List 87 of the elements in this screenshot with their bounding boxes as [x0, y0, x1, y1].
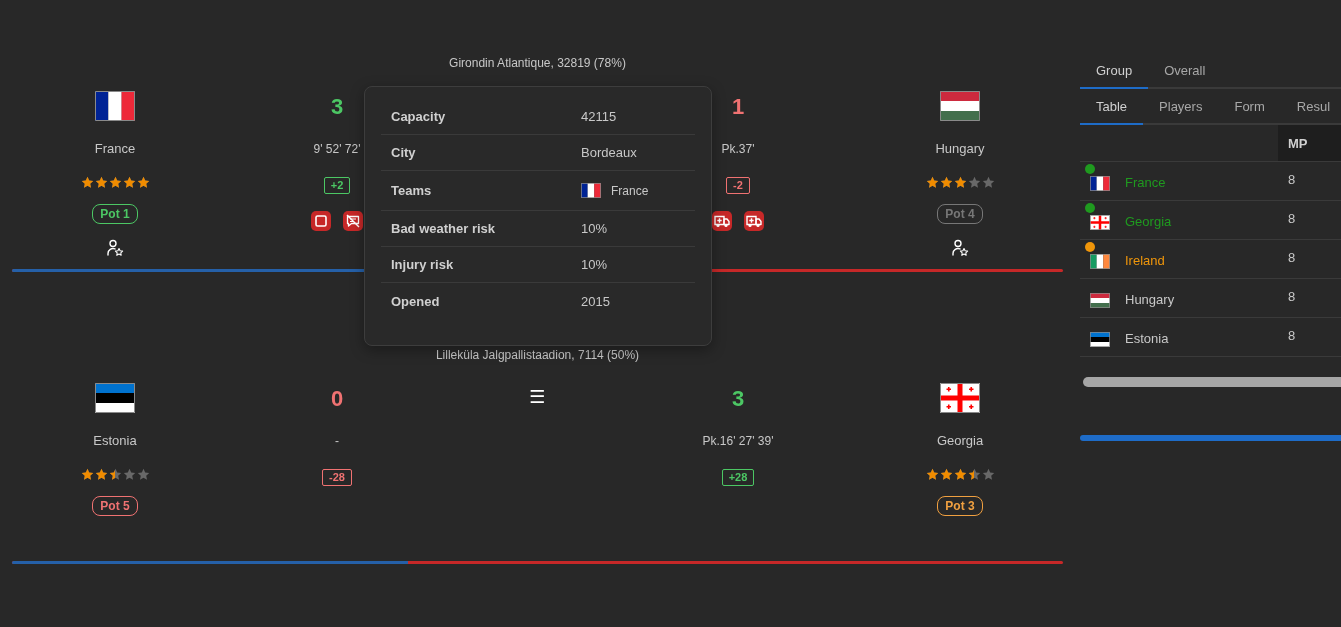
star-icon [122, 468, 136, 481]
star-icon [108, 176, 122, 189]
goal-times: 9' 52' 72' [313, 141, 361, 157]
table-cell-text: 8 [1287, 288, 1296, 304]
info-value: Bordeaux [581, 145, 637, 160]
flag-icon [1090, 292, 1110, 308]
flag-icon [95, 383, 135, 413]
flag-icon [1090, 331, 1110, 347]
flag-icon [581, 183, 601, 198]
info-label: Injury risk [391, 257, 454, 272]
table-cell-text: 8 [1287, 210, 1296, 226]
table-cell-text: 8 [1287, 327, 1296, 343]
flag-icon [940, 383, 980, 413]
pot-label: Pot 4 [937, 204, 983, 224]
star-icon [939, 176, 953, 189]
venue-label: Girondin Atlantique, 32819 (78%) [449, 55, 626, 71]
column-header[interactable]: MP [1278, 125, 1341, 161]
star-icon [939, 468, 953, 481]
team-name: Georgia [1125, 213, 1172, 229]
team-name: Georgia [936, 433, 984, 449]
menu-button[interactable]: ☰ [528, 387, 546, 407]
info-label: Bad weather risk [391, 221, 496, 236]
star-icon [967, 176, 981, 189]
goal-difference-label: -28 [322, 469, 352, 486]
chat-off-icon [343, 211, 363, 231]
goal-times: Pk.37' [721, 141, 755, 157]
star-icon [122, 176, 136, 189]
info-label: City [391, 145, 416, 160]
goal-difference-label: +28 [721, 469, 755, 486]
team-name: France [1125, 174, 1166, 190]
star-icon [981, 468, 995, 481]
info-label: Capacity [391, 109, 446, 124]
goal-difference-label: -2 [726, 177, 750, 194]
star-icon [967, 468, 981, 481]
team-name: Estonia [1125, 330, 1169, 346]
info-value: 10% [581, 221, 608, 236]
ambulance-icon [712, 211, 732, 231]
flag-icon [95, 91, 135, 121]
team-name: Ireland [1125, 252, 1165, 268]
info-label: Teams [391, 183, 432, 198]
goal-times: Pk.16' 27' 39' [702, 433, 774, 449]
star-icon [953, 468, 967, 481]
star-icon [108, 468, 122, 481]
star-icon [94, 176, 108, 189]
tab[interactable]: Table [1080, 89, 1144, 125]
flag-icon [940, 91, 980, 121]
team-name: Estonia [93, 433, 137, 449]
info-label: Opened [391, 293, 440, 309]
tab[interactable]: Overall [1148, 57, 1208, 89]
star-icon [981, 176, 995, 189]
star-icon [80, 176, 94, 189]
info-value: 10% [581, 257, 608, 272]
tab[interactable]: Resul [1280, 89, 1333, 125]
team-name: Hungary [935, 141, 985, 157]
info-value: 2015 [581, 293, 610, 309]
flag-icon [1090, 253, 1110, 269]
team-name: France [611, 183, 649, 198]
score: 1 [731, 94, 745, 120]
goal-times: - [335, 433, 339, 449]
venue-label: Lilleküla Jalgpallistaadion, 7114 (50%) [435, 347, 640, 363]
scrollbar[interactable] [1083, 377, 1341, 387]
team-name: France [94, 141, 136, 157]
star-icon [953, 176, 967, 189]
score: 3 [330, 94, 344, 120]
star-icon [925, 468, 939, 481]
tab[interactable]: Group [1080, 57, 1149, 89]
table-cell-text: 8 [1287, 171, 1296, 187]
card-icon [311, 211, 331, 231]
ambulance-icon [744, 211, 764, 231]
flag-icon [1090, 175, 1110, 191]
table-cell-text: 8 [1287, 249, 1296, 265]
star-icon [94, 468, 108, 481]
flag-icon [1090, 214, 1110, 230]
info-value: 42115 [581, 109, 617, 124]
score: 3 [731, 386, 745, 412]
pot-label: Pot 1 [92, 204, 138, 224]
tab[interactable]: Form [1218, 89, 1281, 125]
star-icon [925, 176, 939, 189]
score: 0 [330, 386, 344, 412]
star-icon [136, 468, 150, 481]
goal-difference-label: +2 [323, 177, 351, 194]
tab[interactable]: Players [1143, 89, 1219, 125]
star-icon [80, 468, 94, 481]
team-name: Hungary [1125, 291, 1175, 307]
pot-label: Pot 3 [937, 496, 983, 516]
pot-label: Pot 5 [92, 496, 138, 516]
star-icon [136, 176, 150, 189]
